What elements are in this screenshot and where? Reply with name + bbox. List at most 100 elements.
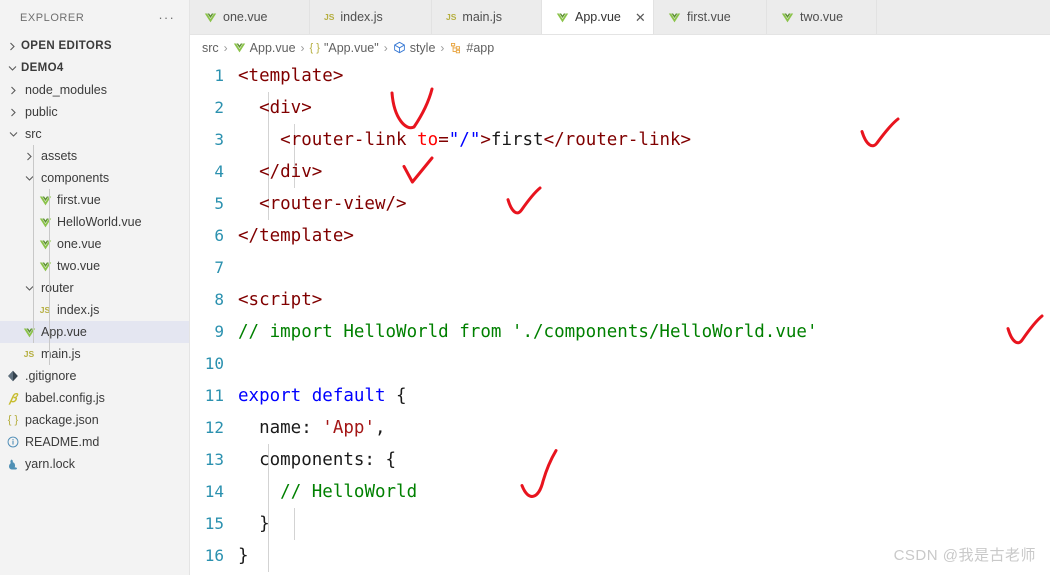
tree-item-label: main.js — [41, 347, 81, 361]
tab-label: main.js — [462, 10, 502, 24]
tree-item-label: .gitignore — [25, 369, 77, 383]
code-line: 2 <div> — [190, 92, 1050, 124]
js-file-icon: JS — [39, 304, 51, 315]
code-line-content[interactable]: // HelloWorld — [238, 476, 1050, 508]
tab-label: first.vue — [687, 10, 731, 24]
tree-item-one-vue[interactable]: one.vue — [0, 233, 189, 255]
code-token: { — [385, 386, 407, 406]
tree-item-label: two.vue — [57, 259, 101, 273]
babel-file-icon: 𝛽 — [9, 391, 17, 405]
tree-item-label: one.vue — [57, 237, 102, 251]
tree-item-index-js[interactable]: JS index.js — [0, 299, 189, 321]
tree-item-src[interactable]: src — [0, 123, 189, 145]
tab-label: App.vue — [575, 10, 621, 24]
code-token: = — [438, 130, 449, 150]
code-line-content[interactable]: <router-view/> — [238, 188, 1050, 220]
code-line-content[interactable]: <div> — [238, 92, 1050, 124]
tree-item-readme-md[interactable]: README.md — [0, 431, 189, 453]
line-number: 9 — [214, 322, 224, 341]
breadcrumb-label: src — [202, 40, 219, 55]
line-number: 13 — [204, 450, 224, 469]
json-icon: { } — [309, 41, 320, 54]
tree-item-helloworld-vue[interactable]: HelloWorld.vue — [0, 211, 189, 233]
code-token: <router-view/> — [259, 194, 407, 214]
code-line-content[interactable]: <script> — [238, 284, 1050, 316]
breadcrumb-item-src[interactable]: src — [202, 41, 219, 55]
tree-item-gitignore[interactable]: .gitignore — [0, 365, 189, 387]
breadcrumb-item-style[interactable]: style — [393, 41, 435, 55]
chevron-right-icon — [20, 152, 38, 161]
tab-index-js[interactable]: JS index.js — [310, 0, 432, 34]
breadcrumb-item-app[interactable]: #app — [449, 41, 494, 55]
tree-item-main-js[interactable]: JS main.js — [0, 343, 189, 365]
code-token: "/" — [448, 130, 481, 150]
tree-item-first-vue[interactable]: first.vue — [0, 189, 189, 211]
breadcrumb-item-appvue[interactable]: { } "App.vue" — [310, 41, 379, 55]
code-editor[interactable]: 1 <template> 2 <div> 3 <router-link to="/">… — [190, 60, 1050, 575]
tree-item-components[interactable]: components — [0, 167, 189, 189]
code-line: 8 <script> — [190, 284, 1050, 316]
tree-item-label: index.js — [57, 303, 100, 317]
code-line-content[interactable]: </template> — [238, 220, 1050, 252]
code-token: </template> — [238, 226, 354, 246]
tree-item-two-vue[interactable]: two.vue — [0, 255, 189, 277]
tree-item-babel-config-js[interactable]: 𝛽 babel.config.js — [0, 387, 189, 409]
code-line-content[interactable]: components: { — [238, 444, 1050, 476]
code-line-content[interactable]: <template> — [238, 60, 1050, 92]
breadcrumb-item-appvue[interactable]: App.vue — [233, 41, 296, 55]
code-line-content[interactable]: // import HelloWorld from './components/… — [238, 316, 1050, 348]
code-token: <script> — [238, 290, 323, 310]
tab-one-vue[interactable]: one.vue — [190, 0, 310, 34]
close-icon[interactable]: ✕ — [635, 11, 646, 24]
yarn-file-icon — [4, 458, 22, 471]
tab-first-vue[interactable]: first.vue — [654, 0, 767, 34]
tab-main-js[interactable]: JS main.js — [432, 0, 542, 34]
code-line-content[interactable]: name: 'App', — [238, 412, 1050, 444]
more-actions-icon[interactable]: ··· — [158, 11, 175, 24]
tree-item-public[interactable]: public — [0, 101, 189, 123]
tree-item-node-modules[interactable]: node_modules — [0, 79, 189, 101]
tree-item-label: package.json — [25, 413, 99, 427]
tree-item-package-json[interactable]: { } package.json — [0, 409, 189, 431]
tree-item-label: assets — [41, 149, 78, 163]
sidebar-section-demo4[interactable]: DEMO4 — [0, 57, 189, 79]
tab-two-vue[interactable]: two.vue — [767, 0, 877, 34]
editor-tab-bar: one.vue JS index.js JS main.js App.vue ✕ first.… — [190, 0, 1050, 35]
explorer-title: EXPLORER — [20, 11, 85, 24]
tree-item-label: README.md — [25, 435, 100, 449]
code-line-content[interactable]: </div> — [238, 156, 1050, 188]
tree-item-label: first.vue — [57, 193, 101, 207]
tree-item-router[interactable]: router — [0, 277, 189, 299]
tab-app-vue[interactable]: App.vue ✕ — [542, 0, 654, 34]
line-number: 5 — [214, 194, 224, 213]
code-line-content[interactable]: } — [238, 508, 1050, 540]
code-token: > — [480, 130, 491, 150]
selector-icon — [449, 41, 462, 54]
code-line-content[interactable]: export default { — [238, 380, 1050, 412]
code-line: 3 <router-link to="/">first</router-link… — [190, 124, 1050, 156]
sidebar-section-label: OPEN EDITORS — [21, 40, 112, 52]
line-number: 6 — [214, 226, 224, 245]
line-number: 8 — [214, 290, 224, 309]
tree-item-label: App.vue — [41, 325, 87, 339]
tab-label: one.vue — [223, 10, 268, 24]
line-number: 15 — [204, 514, 224, 533]
breadcrumb-label: #app — [466, 40, 495, 55]
tab-label: two.vue — [800, 10, 844, 24]
line-number: 3 — [214, 130, 224, 149]
code-token: <router-link — [280, 130, 418, 150]
tree-item-yarn-lock[interactable]: yarn.lock — [0, 453, 189, 475]
vue-file-icon — [668, 11, 681, 24]
code-line: 11 export default { — [190, 380, 1050, 412]
code-line-content[interactable]: <router-link to="/">first</router-link> — [238, 124, 1050, 156]
tree-item-app-vue[interactable]: App.vue — [0, 321, 189, 343]
code-line: 10 — [190, 348, 1050, 380]
vue-icon — [233, 41, 246, 54]
sidebar-section-open-editors[interactable]: OPEN EDITORS — [0, 35, 189, 57]
tree-item-assets[interactable]: assets — [0, 145, 189, 167]
breadcrumb: src › App.vue › { } "App.vue" › style › #app — [190, 35, 1050, 60]
module-icon — [393, 41, 406, 54]
watermark: CSDN @我是古老师 — [893, 547, 1036, 564]
tree-indent-guide — [49, 189, 50, 299]
